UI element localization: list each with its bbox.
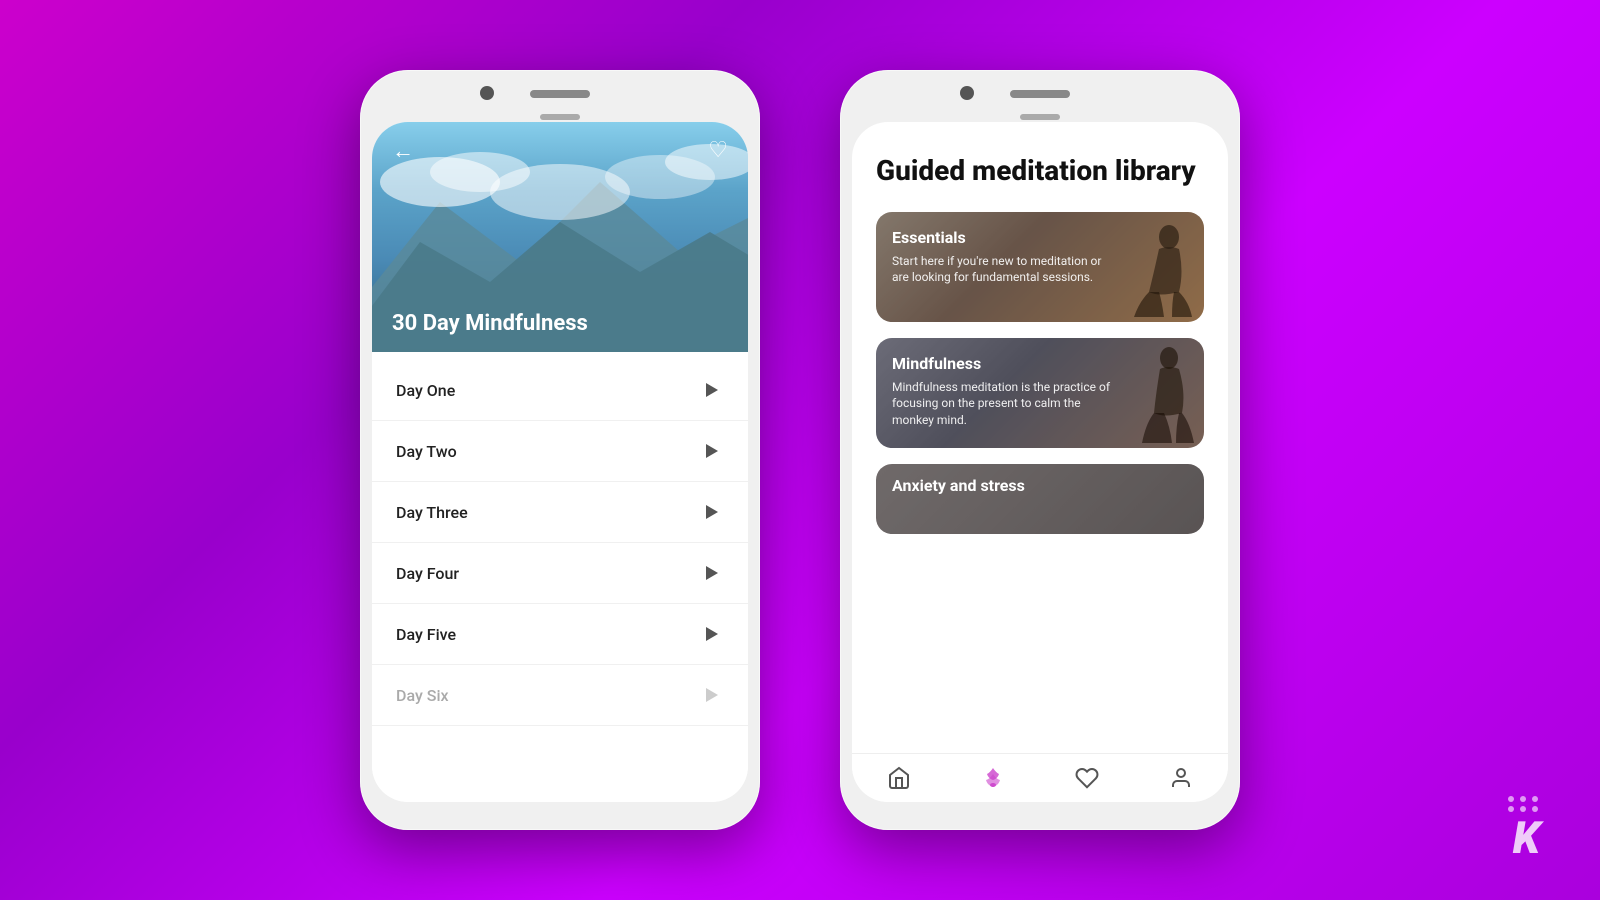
left-phone: ← ♡ 30 Day Mindfulness Day One Day Two — [360, 70, 760, 830]
play-icon-5 — [700, 622, 724, 646]
essentials-title: Essentials — [892, 228, 1188, 247]
library-content: Guided meditation library Essentials — [852, 122, 1228, 753]
day-three-label: Day Three — [396, 503, 468, 522]
left-camera — [480, 86, 494, 100]
watermark-dots — [1508, 796, 1540, 812]
back-button[interactable]: ← — [392, 138, 414, 164]
day-item-3[interactable]: Day Three — [372, 482, 748, 543]
mindfulness-desc: Mindfulness meditation is the practice o… — [892, 379, 1112, 429]
nav-profile[interactable] — [1169, 766, 1193, 790]
library-title: Guided meditation library — [876, 154, 1204, 188]
day-two-label: Day Two — [396, 442, 457, 461]
play-icon-2 — [700, 439, 724, 463]
play-icon-3 — [700, 500, 724, 524]
day-item-4[interactable]: Day Four — [372, 543, 748, 604]
mindfulness-card[interactable]: Mindfulness Mindfulness meditation is th… — [876, 338, 1204, 448]
left-phone-button — [540, 114, 580, 120]
dot-1 — [1508, 796, 1514, 802]
hero-nav: ← ♡ — [372, 138, 748, 164]
heart-button[interactable]: ♡ — [708, 138, 728, 164]
essentials-overlay: Essentials Start here if you're new to m… — [876, 212, 1204, 322]
watermark-area: K — [1508, 796, 1540, 860]
dot-2 — [1520, 796, 1526, 802]
left-phone-notch — [372, 82, 748, 110]
right-speaker — [1010, 90, 1070, 98]
day-item-5[interactable]: Day Five — [372, 604, 748, 665]
play-icon-1 — [700, 378, 724, 402]
right-phone: Guided meditation library Essentials — [840, 70, 1240, 830]
right-screen: Guided meditation library Essentials — [852, 122, 1228, 802]
day-one-label: Day One — [396, 381, 455, 400]
essentials-desc: Start here if you're new to meditation o… — [892, 253, 1112, 287]
day-four-label: Day Four — [396, 564, 459, 583]
dot-3 — [1532, 796, 1538, 802]
day-item-2[interactable]: Day Two — [372, 421, 748, 482]
watermark-k: K — [1513, 816, 1540, 860]
days-list: Day One Day Two Day Three Day Four — [372, 352, 748, 802]
left-speaker — [530, 90, 590, 98]
phones-container: ← ♡ 30 Day Mindfulness Day One Day Two — [360, 70, 1240, 830]
left-screen: ← ♡ 30 Day Mindfulness Day One Day Two — [372, 122, 748, 802]
day-item-6[interactable]: Day Six — [372, 665, 748, 726]
anxiety-title: Anxiety and stress — [892, 476, 1188, 495]
essentials-card[interactable]: Essentials Start here if you're new to m… — [876, 212, 1204, 322]
nav-lotus[interactable] — [981, 766, 1005, 790]
play-icon-6 — [700, 683, 724, 707]
right-phone-notch — [852, 82, 1228, 110]
right-camera — [960, 86, 974, 100]
play-icon-4 — [700, 561, 724, 585]
nav-home[interactable] — [887, 766, 911, 790]
day-five-label: Day Five — [396, 625, 456, 644]
mindfulness-title: Mindfulness — [892, 354, 1188, 373]
hero-image: ← ♡ 30 Day Mindfulness — [372, 122, 748, 352]
bottom-nav — [852, 753, 1228, 802]
right-phone-button — [1020, 114, 1060, 120]
nav-favorites[interactable] — [1075, 766, 1099, 790]
hero-title: 30 Day Mindfulness — [392, 311, 588, 336]
mindfulness-overlay: Mindfulness Mindfulness meditation is th… — [876, 338, 1204, 448]
day-six-label: Day Six — [396, 686, 449, 705]
day-item-1[interactable]: Day One — [372, 360, 748, 421]
anxiety-card[interactable]: Anxiety and stress — [876, 464, 1204, 534]
